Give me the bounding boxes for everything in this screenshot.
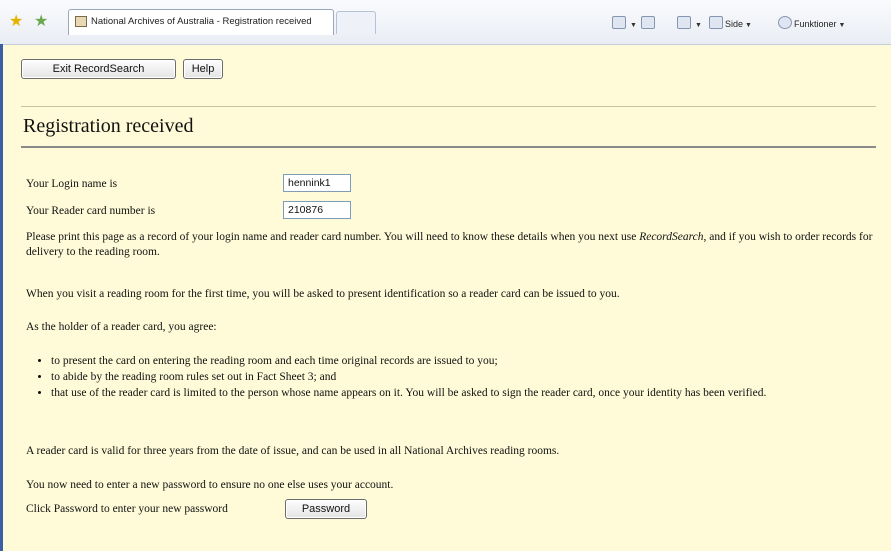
chevron-down-icon: ▼ — [838, 22, 846, 29]
page-icon — [709, 16, 723, 29]
password-note: You now need to enter a new password to … — [26, 479, 394, 491]
feeds-button[interactable] — [641, 16, 657, 29]
chevron-down-icon: ▼ — [745, 22, 752, 29]
add-favorites-icon[interactable]: ★ — [34, 14, 48, 30]
title-divider — [21, 146, 876, 148]
page-title: Registration received — [23, 115, 194, 137]
login-label: Your Login name is — [26, 178, 118, 190]
chevron-down-icon: ▼ — [630, 22, 637, 29]
home-button[interactable]: ▼ — [612, 16, 637, 29]
tools-icon — [778, 16, 792, 29]
page-content: Exit RecordSearch Help Registration rece… — [0, 44, 891, 551]
card-number-label: Your Reader card number is — [26, 205, 156, 217]
browser-tab-title: National Archives of Australia - Registr… — [91, 16, 312, 27]
print-icon — [677, 16, 691, 29]
favorites-star-icon[interactable]: ★ — [9, 14, 23, 30]
new-tab-button[interactable] — [336, 11, 376, 34]
login-name-field[interactable]: hennink1 — [283, 174, 351, 192]
tools-menu-label: Funktioner — [794, 19, 837, 29]
help-button[interactable]: Help — [183, 59, 223, 79]
visit-note: When you visit a reading room for the fi… — [26, 288, 620, 300]
page-menu-button[interactable]: Side ▼ — [709, 16, 752, 29]
list-item: that use of the reader card is limited t… — [51, 386, 881, 401]
password-button[interactable]: Password — [285, 499, 367, 519]
chevron-down-icon: ▼ — [695, 22, 702, 29]
card-number-field[interactable]: 210876 — [283, 201, 351, 219]
feeds-icon — [641, 16, 655, 29]
recordsearch-emphasis: RecordSearch — [639, 231, 704, 243]
terms-list: to present the card on entering the read… — [26, 354, 881, 402]
divider — [21, 106, 876, 107]
validity-note: A reader card is valid for three years f… — [26, 445, 560, 457]
home-icon — [612, 16, 626, 29]
password-prompt: Click Password to enter your new passwor… — [26, 503, 228, 515]
tools-menu-button[interactable]: Funktioner ▼ — [778, 16, 845, 29]
print-instructions: Please print this page as a record of yo… — [26, 230, 876, 260]
print-instructions-part1: Please print this page as a record of yo… — [26, 231, 640, 243]
page-favicon-icon — [75, 16, 87, 27]
list-item: to present the card on entering the read… — [51, 354, 881, 369]
print-button[interactable]: ▼ — [677, 16, 702, 29]
browser-toolbar: ★ ★ National Archives of Australia - Reg… — [0, 0, 891, 45]
list-item: to abide by the reading room rules set o… — [51, 370, 881, 385]
agree-intro: As the holder of a reader card, you agre… — [26, 321, 217, 333]
browser-tab-active[interactable]: National Archives of Australia - Registr… — [68, 9, 334, 35]
page-menu-label: Side — [725, 19, 744, 29]
exit-recordsearch-button[interactable]: Exit RecordSearch — [21, 59, 176, 79]
